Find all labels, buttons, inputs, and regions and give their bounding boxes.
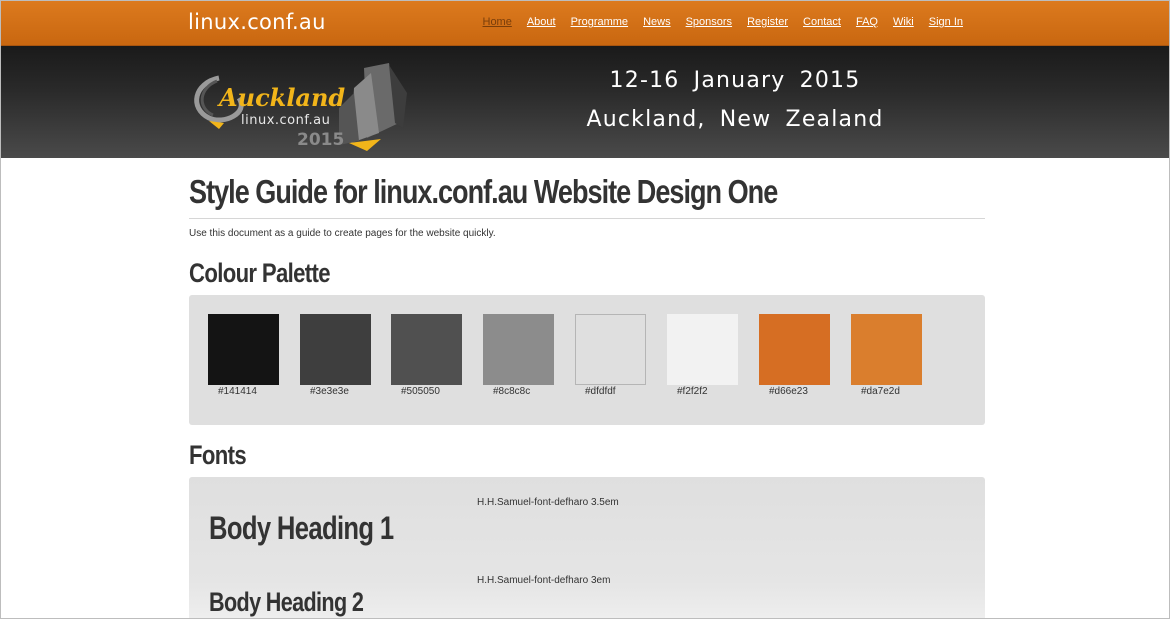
event-dates: 12-16 January 2015	[609, 68, 861, 93]
nav-contact-link[interactable]: Contact	[803, 16, 841, 28]
colour-chip	[759, 314, 830, 385]
colour-code: #f2f2f2	[677, 386, 708, 397]
colour-swatch: #8c8c8c	[483, 314, 554, 397]
nav-sign-in-link[interactable]: Sign In	[929, 16, 963, 28]
colour-code: #8c8c8c	[493, 386, 531, 397]
font-spec: H.H.Samuel-font-defharo 3em	[477, 575, 611, 586]
fonts-panel: H.H.Samuel-font-defharo 3.5em Body Headi…	[189, 477, 985, 618]
colour-chip	[208, 314, 279, 385]
colour-code: #141414	[218, 386, 257, 397]
main-nav: Home About Programme News Sponsors Regis…	[468, 16, 964, 28]
colour-chip	[391, 314, 462, 385]
hero-banner: Auckland linux.conf.au 2015 12-16 Januar…	[1, 46, 1169, 158]
colour-swatch: #d66e23	[759, 314, 830, 397]
colour-swatch: #f2f2f2	[667, 314, 738, 397]
font-spec: H.H.Samuel-font-defharo 3.5em	[477, 497, 619, 508]
colour-code: #505050	[401, 386, 440, 397]
colour-swatch: #141414	[208, 314, 279, 397]
title-divider	[189, 218, 985, 219]
colour-swatch: #da7e2d	[851, 314, 922, 397]
colour-chip	[667, 314, 738, 385]
main-content: Style Guide for linux.conf.au Website De…	[189, 158, 985, 618]
nav-register-link[interactable]: Register	[747, 16, 788, 28]
colour-swatch: #dfdfdf	[575, 314, 646, 397]
colour-code: #d66e23	[769, 386, 808, 397]
nav-news-link[interactable]: News	[643, 16, 671, 28]
colour-code: #dfdfdf	[585, 386, 616, 397]
nav-wiki-link[interactable]: Wiki	[893, 16, 914, 28]
body-heading-1-sample: Body Heading 1	[209, 510, 394, 546]
colour-code: #3e3e3e	[310, 386, 349, 397]
event-location: Auckland, New Zealand	[586, 107, 884, 132]
body-heading-2-sample: Body Heading 2	[209, 587, 364, 617]
site-brand[interactable]: linux.conf.au	[188, 10, 326, 34]
nav-sponsors-link[interactable]: Sponsors	[686, 16, 732, 28]
colour-chip	[575, 314, 646, 385]
colour-swatch: #3e3e3e	[300, 314, 371, 397]
colour-code: #da7e2d	[861, 386, 900, 397]
intro-text: Use this document as a guide to create p…	[189, 228, 496, 239]
nav-faq-link[interactable]: FAQ	[856, 16, 878, 28]
colour-palette-panel: #141414 #3e3e3e #505050 #8c8c8c #dfdfdf …	[189, 295, 985, 425]
colour-swatch: #505050	[391, 314, 462, 397]
browser-viewport: linux.conf.au Home About Programme News …	[0, 0, 1170, 619]
nav-programme-link[interactable]: Programme	[571, 16, 628, 28]
page-title: Style Guide for linux.conf.au Website De…	[189, 173, 778, 210]
colour-chip	[300, 314, 371, 385]
colour-chip	[851, 314, 922, 385]
nav-home-link[interactable]: Home	[483, 16, 512, 28]
logo-year-text: 2015	[297, 130, 345, 150]
top-navbar: linux.conf.au Home About Programme News …	[1, 1, 1169, 46]
nav-about-link[interactable]: About	[527, 16, 556, 28]
fonts-heading: Fonts	[189, 440, 247, 470]
colour-palette-heading: Colour Palette	[189, 258, 331, 288]
colour-chip	[483, 314, 554, 385]
